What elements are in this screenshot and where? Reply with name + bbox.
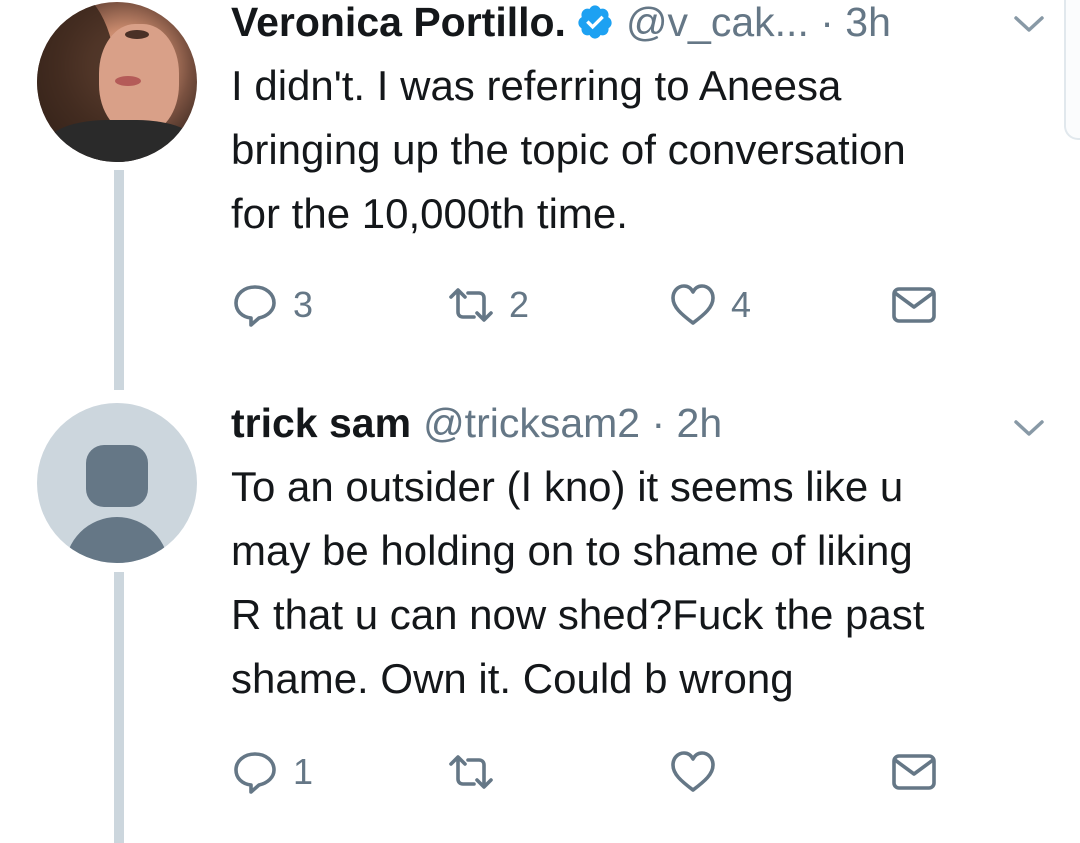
username-handle[interactable]: @tricksam2 bbox=[423, 401, 640, 445]
chevron-down-icon[interactable] bbox=[1010, 12, 1048, 36]
tweet-actions: 3 2 4 bbox=[231, 281, 951, 331]
direct-message-button[interactable] bbox=[890, 281, 938, 329]
retweet-icon bbox=[449, 755, 493, 789]
avatar[interactable] bbox=[37, 403, 197, 563]
retweet-icon bbox=[449, 288, 493, 322]
display-name[interactable]: trick sam bbox=[231, 401, 411, 445]
separator: · bbox=[640, 400, 677, 446]
verified-badge-icon bbox=[578, 5, 612, 39]
separator: · bbox=[808, 0, 846, 45]
reply-button[interactable]: 1 bbox=[231, 748, 313, 796]
retweet-count: 2 bbox=[509, 284, 530, 325]
tweet-text: To an outsider (I kno) it seems like u m… bbox=[231, 463, 925, 702]
chevron-down-icon[interactable] bbox=[1010, 416, 1048, 440]
direct-message-icon bbox=[892, 287, 936, 323]
direct-message-icon bbox=[892, 754, 936, 790]
direct-message-button[interactable] bbox=[890, 748, 938, 796]
reply-count: 3 bbox=[293, 284, 314, 325]
tweet-actions: 1 bbox=[231, 748, 951, 798]
reply-button[interactable]: 3 bbox=[231, 281, 313, 329]
scroll-edge bbox=[1064, 0, 1080, 140]
retweet-button[interactable]: 2 bbox=[447, 281, 529, 329]
like-icon bbox=[671, 751, 715, 792]
tweet-header: trick sam @tricksam2 · 2h bbox=[231, 401, 722, 445]
timestamp[interactable]: 2h bbox=[677, 401, 723, 445]
tweet-text: I didn't. I was referring to Aneesa brin… bbox=[231, 62, 906, 237]
like-icon bbox=[671, 284, 715, 325]
reply-icon bbox=[234, 752, 276, 794]
timestamp[interactable]: 3h bbox=[845, 0, 891, 44]
like-count: 4 bbox=[731, 284, 752, 325]
reply-count: 1 bbox=[293, 751, 314, 792]
reply-icon bbox=[234, 285, 276, 327]
like-button[interactable]: 4 bbox=[669, 281, 751, 329]
username-handle[interactable]: @v_cak... bbox=[626, 0, 809, 44]
avatar[interactable] bbox=[37, 2, 197, 162]
tweet-header: Veronica Portillo. @v_cak... · 3h bbox=[231, 0, 891, 44]
display-name[interactable]: Veronica Portillo. bbox=[231, 0, 566, 44]
like-button[interactable] bbox=[669, 748, 731, 796]
thread-line bbox=[114, 170, 124, 390]
thread-line bbox=[114, 572, 124, 843]
retweet-button[interactable] bbox=[447, 748, 509, 796]
